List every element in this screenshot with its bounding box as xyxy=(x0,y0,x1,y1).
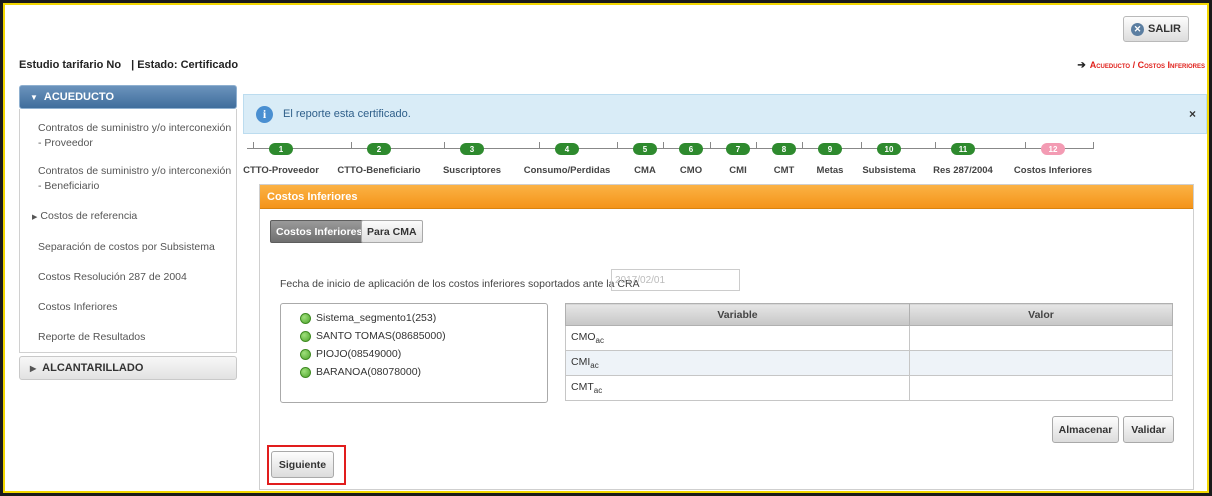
step-5-label[interactable]: CMA xyxy=(634,165,656,176)
triangle-right-icon: ▶ xyxy=(30,363,37,373)
step-divider xyxy=(935,142,936,149)
variable-cell: CMOac xyxy=(565,325,910,351)
step-9-badge[interactable]: 9 xyxy=(818,143,842,155)
tree-node-label: SANTO TOMAS(08685000) xyxy=(316,330,446,342)
step-8-label[interactable]: CMT xyxy=(774,165,795,176)
step-divider xyxy=(1025,142,1026,149)
panel-title: Costos Inferiores xyxy=(260,185,1193,209)
step-11-label[interactable]: Res 287/2004 xyxy=(933,165,993,176)
tab-para-cma[interactable]: Para CMA xyxy=(361,220,423,243)
table-header-row: Variable Valor xyxy=(565,303,1173,326)
variable-sub: ac xyxy=(595,336,604,346)
step-10-badge[interactable]: 10 xyxy=(877,143,901,155)
step-8-badge[interactable]: 8 xyxy=(772,143,796,155)
value-cell[interactable] xyxy=(909,375,1173,401)
sidebar-item-label: Costos Resolución 287 de 2004 xyxy=(38,271,187,283)
sidebar-item-label: Costos de referencia xyxy=(40,210,138,222)
sidebar-item-separacion-costos[interactable]: Separación de costos por Subsistema xyxy=(20,230,236,260)
triangle-right-icon: ▶ xyxy=(32,214,38,221)
step-2-badge[interactable]: 2 xyxy=(367,143,391,155)
sidebar-item-reporte-resultados[interactable]: Reporte de Resultados xyxy=(20,320,236,352)
step-3-label[interactable]: Suscriptores xyxy=(443,165,501,176)
value-cell[interactable] xyxy=(909,325,1173,351)
step-divider xyxy=(351,142,352,149)
variable-cell: CMTac xyxy=(565,375,910,401)
node-icon xyxy=(300,312,311,324)
step-divider xyxy=(663,142,664,149)
node-icon xyxy=(300,366,311,378)
sidebar-item-label: Costos Inferiores xyxy=(38,301,118,313)
step-divider xyxy=(861,142,862,149)
step-9-label[interactable]: Metas xyxy=(817,165,844,176)
tree-node[interactable]: Sistema_segmento1(253) xyxy=(281,309,547,327)
step-5-badge[interactable]: 5 xyxy=(633,143,657,155)
tree-node[interactable]: BARANOA(08078000) xyxy=(281,363,547,381)
step-10-label[interactable]: Subsistema xyxy=(862,165,915,176)
variable-sub: ac xyxy=(593,386,603,396)
step-6-badge[interactable]: 6 xyxy=(679,143,703,155)
column-header-valor: Valor xyxy=(909,303,1173,326)
step-divider xyxy=(802,142,803,149)
app-window: ✕ SALIR Estudio tarifario No | Estado: Ce… xyxy=(3,3,1209,493)
store-button[interactable]: Almacenar xyxy=(1052,416,1119,443)
step-divider xyxy=(756,142,757,149)
variable-cell: CMIac xyxy=(565,350,910,376)
sidebar-item-costos-referencia[interactable]: ▶ Costos de referencia xyxy=(20,199,236,230)
step-divider xyxy=(1093,142,1094,149)
tab-costos-inferiores[interactable]: Costos Inferiores xyxy=(270,220,369,243)
section-label: ALCANTARILLADO xyxy=(42,362,144,374)
tree-node[interactable]: PIOJO(08549000) xyxy=(281,345,547,363)
table-row: CMTac xyxy=(565,375,1173,401)
step-11-badge[interactable]: 11 xyxy=(951,143,975,155)
system-tree: Sistema_segmento1(253) SANTO TOMAS(08685… xyxy=(280,303,548,403)
tree-node[interactable]: SANTO TOMAS(08685000) xyxy=(281,327,547,345)
highlight-box xyxy=(267,445,346,485)
step-3-badge[interactable]: 3 xyxy=(460,143,484,155)
value-cell[interactable] xyxy=(909,350,1173,376)
node-icon xyxy=(300,348,311,360)
tree-node-label: PIOJO(08549000) xyxy=(316,348,402,360)
step-4-badge[interactable]: 4 xyxy=(555,143,579,155)
step-12-label[interactable]: Costos Inferiores xyxy=(1014,165,1092,176)
sidebar-item-costos-resolucion[interactable]: Costos Resolución 287 de 2004 xyxy=(20,260,236,290)
step-2-label[interactable]: CTTO-Beneficiario xyxy=(337,165,420,176)
step-4-label[interactable]: Consumo/Perdidas xyxy=(524,165,611,176)
step-6-label[interactable]: CMO xyxy=(680,165,702,176)
validate-button[interactable]: Validar xyxy=(1123,416,1174,443)
sidebar-item-costos-inferiores[interactable]: Costos Inferiores xyxy=(20,290,236,320)
sidebar-section-alcantarillado[interactable]: ▶ ALCANTARILLADO xyxy=(19,356,237,380)
variable-name: CMT xyxy=(571,380,594,393)
step-divider xyxy=(710,142,711,149)
tree-node-label: Sistema_segmento1(253) xyxy=(316,312,437,324)
step-1-badge[interactable]: 1 xyxy=(269,143,293,155)
step-divider xyxy=(253,142,254,149)
step-12-badge[interactable]: 12 xyxy=(1041,143,1065,155)
step-7-label[interactable]: CMI xyxy=(729,165,746,176)
sidebar-item-label: Separación de costos por Subsistema xyxy=(38,241,215,253)
date-field[interactable]: 2017/02/01 xyxy=(611,269,740,291)
costos-inferiores-panel: Costos Inferiores Costos Inferiores Para… xyxy=(259,184,1194,490)
variables-table: Variable Valor CMOac CMIac CMTac xyxy=(565,303,1173,401)
date-label: Fecha de inicio de aplicación de los cos… xyxy=(280,278,640,290)
step-1-label[interactable]: CTTO-Proveedor xyxy=(243,165,319,176)
step-7-badge[interactable]: 7 xyxy=(726,143,750,155)
step-divider xyxy=(539,142,540,149)
variable-name: CMO xyxy=(571,330,596,343)
variable-sub: ac xyxy=(590,361,599,371)
tree-node-label: BARANOA(08078000) xyxy=(316,366,422,378)
wizard-steps: 1 CTTO-Proveedor 2 CTTO-Beneficiario 3 Suscri… xyxy=(5,5,1207,185)
sidebar-item-label: Reporte de Resultados xyxy=(38,331,146,343)
step-divider xyxy=(444,142,445,149)
table-row: CMOac xyxy=(565,325,1173,351)
node-icon xyxy=(300,330,311,342)
column-header-variable: Variable xyxy=(565,303,910,326)
variable-name: CMI xyxy=(571,355,591,368)
table-row: CMIac xyxy=(565,350,1173,376)
step-divider xyxy=(617,142,618,149)
